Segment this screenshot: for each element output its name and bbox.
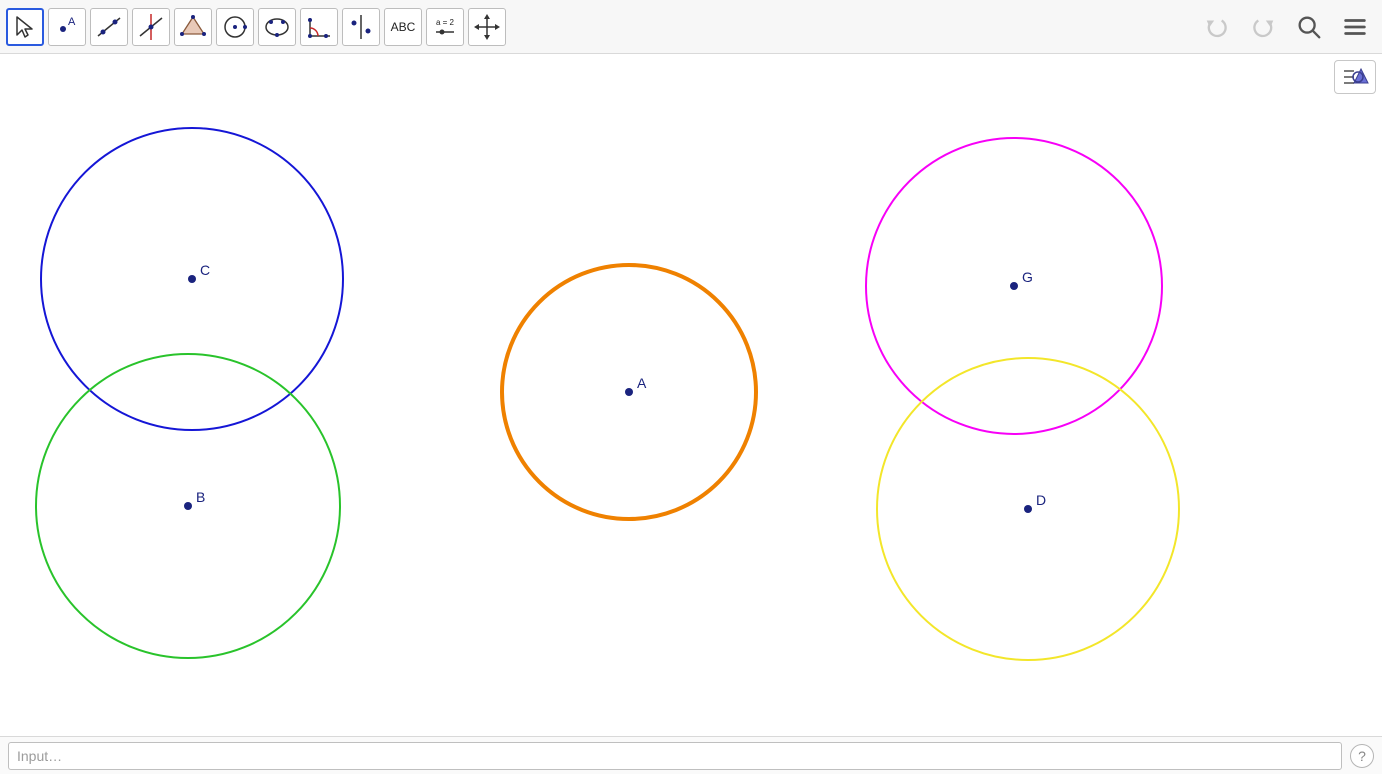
toolbar-right bbox=[1198, 0, 1374, 53]
svg-text:a = 2: a = 2 bbox=[436, 18, 455, 27]
app-root: A ABC bbox=[0, 0, 1382, 774]
point-label-C: C bbox=[200, 262, 210, 278]
point-label-B: B bbox=[196, 489, 205, 505]
input-bar: ? bbox=[0, 736, 1382, 774]
menu-button[interactable] bbox=[1336, 8, 1374, 46]
svg-text:ABC: ABC bbox=[391, 20, 416, 34]
tool-polygon[interactable] bbox=[174, 8, 212, 46]
style-bar-toggle[interactable] bbox=[1334, 60, 1376, 94]
toolbar: A ABC bbox=[0, 0, 1382, 54]
tool-conic[interactable] bbox=[258, 8, 296, 46]
point-A[interactable] bbox=[625, 388, 633, 396]
tool-line[interactable] bbox=[90, 8, 128, 46]
graphics-view[interactable]: C B A G D bbox=[0, 54, 1382, 736]
help-button[interactable]: ? bbox=[1350, 744, 1374, 768]
tool-text[interactable]: ABC bbox=[384, 8, 422, 46]
canvas-svg[interactable]: C B A G D bbox=[0, 54, 1382, 736]
point-D[interactable] bbox=[1024, 505, 1032, 513]
point-G[interactable] bbox=[1010, 282, 1018, 290]
tool-slider[interactable]: a = 2 bbox=[426, 8, 464, 46]
command-input[interactable] bbox=[8, 742, 1342, 770]
tool-point[interactable]: A bbox=[48, 8, 86, 46]
tool-move[interactable] bbox=[6, 8, 44, 46]
svg-text:A: A bbox=[68, 16, 76, 28]
redo-button[interactable] bbox=[1244, 8, 1282, 46]
tool-move-canvas[interactable] bbox=[468, 8, 506, 46]
tool-perpendicular[interactable] bbox=[132, 8, 170, 46]
tool-angle[interactable] bbox=[300, 8, 338, 46]
undo-button[interactable] bbox=[1198, 8, 1236, 46]
tool-transform[interactable] bbox=[342, 8, 380, 46]
point-label-D: D bbox=[1036, 492, 1046, 508]
point-label-G: G bbox=[1022, 269, 1033, 285]
tool-circle[interactable] bbox=[216, 8, 254, 46]
point-label-A: A bbox=[637, 375, 647, 391]
point-C[interactable] bbox=[188, 275, 196, 283]
point-B[interactable] bbox=[184, 502, 192, 510]
search-button[interactable] bbox=[1290, 8, 1328, 46]
tool-group: A ABC bbox=[6, 8, 506, 46]
